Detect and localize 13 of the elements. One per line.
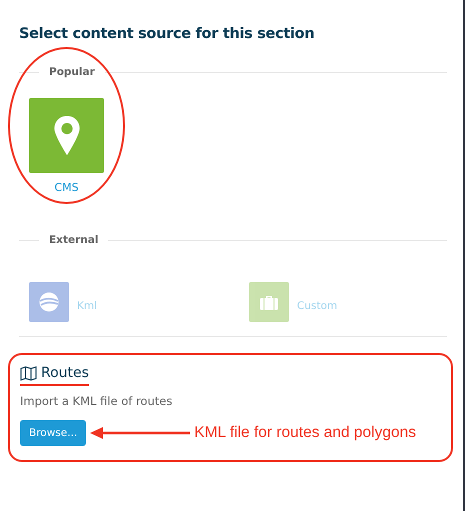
section-title: Select content source for this section	[19, 26, 316, 42]
group-label: External	[48, 234, 100, 246]
annotation-text: KML file for routes and polygons	[194, 424, 416, 442]
globe-icon	[39, 292, 59, 312]
routes-title: Routes	[41, 365, 89, 381]
browse-button[interactable]: Browse...	[20, 420, 86, 446]
source-label[interactable]: CMS	[54, 181, 79, 194]
map-icon	[20, 366, 37, 380]
map-pin-icon	[52, 116, 80, 156]
source-tile[interactable]	[29, 98, 104, 173]
routes-description: Import a KML file of routes	[20, 394, 174, 408]
group-label: Popular	[48, 66, 96, 78]
arrow-icon	[90, 427, 190, 439]
